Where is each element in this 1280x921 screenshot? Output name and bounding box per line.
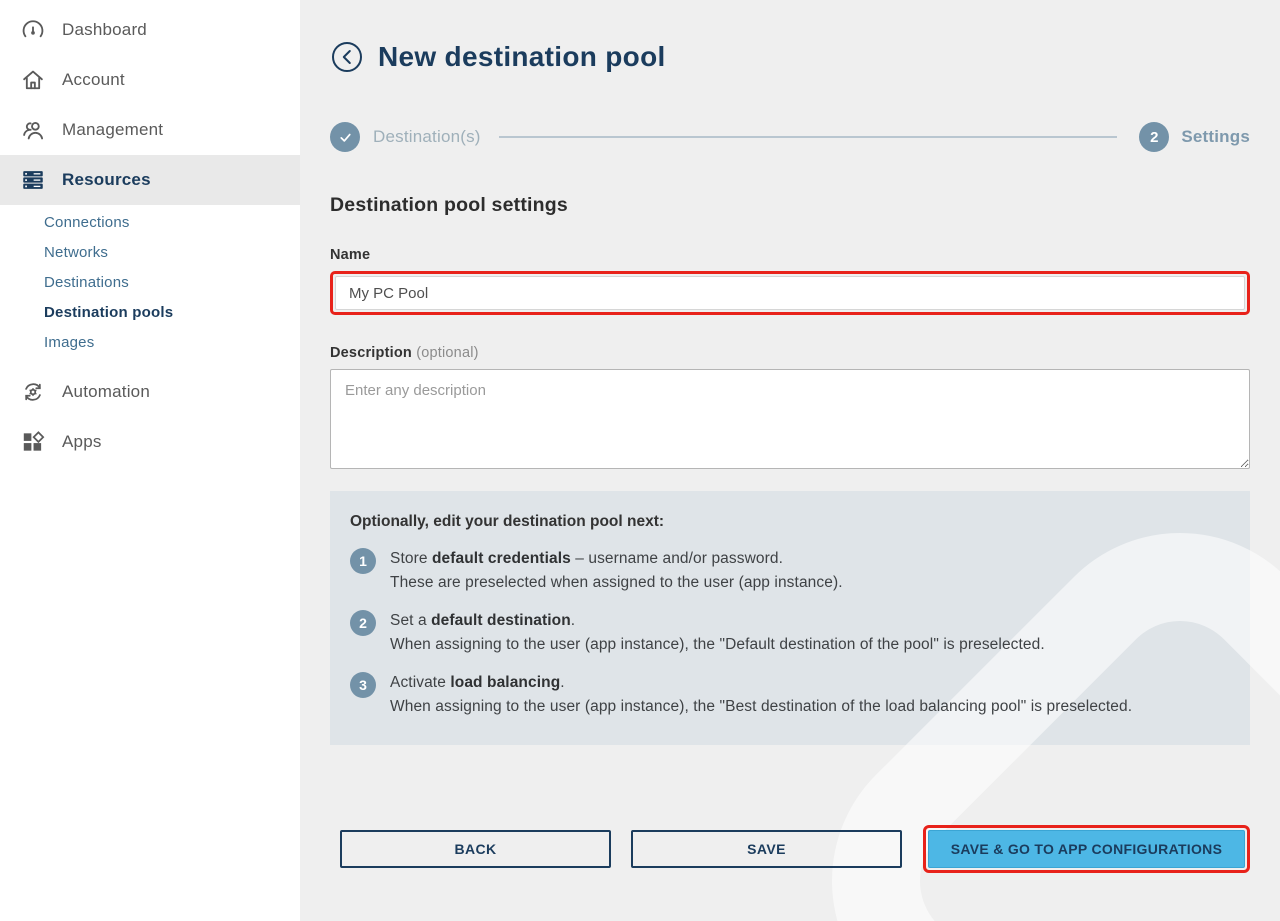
info-box: Optionally, edit your destination pool n… — [330, 491, 1250, 745]
sidebar-item-account[interactable]: Account — [0, 55, 300, 105]
info-item-1-number-badge: 1 — [350, 548, 376, 574]
sidebar-item-automation[interactable]: Automation — [0, 367, 300, 417]
info-box-title: Optionally, edit your destination pool n… — [350, 513, 1230, 531]
info-item-3-number-badge: 3 — [350, 672, 376, 698]
sidebar-subitem-images[interactable]: Images — [0, 327, 300, 357]
info-item-2-number-badge: 2 — [350, 610, 376, 636]
sidebar-item-dashboard[interactable]: Dashboard — [0, 5, 300, 55]
description-label-text: Description — [330, 345, 412, 361]
house-icon — [20, 67, 46, 93]
section-title: Destination pool settings — [330, 194, 1250, 217]
resources-subnav: Connections Networks Destinations Destin… — [0, 205, 300, 367]
subitem-label: Destination pools — [44, 304, 173, 321]
name-input[interactable] — [335, 276, 1245, 310]
step1-check-icon — [330, 122, 360, 152]
name-label: Name — [330, 247, 1250, 263]
wizard-stepper: Destination(s) 2 Settings — [330, 122, 1250, 152]
sidebar-item-label: Apps — [62, 432, 102, 452]
sidebar-item-label: Management — [62, 120, 163, 140]
step1-label: Destination(s) — [373, 127, 481, 147]
sidebar-item-resources[interactable]: Resources — [0, 155, 300, 205]
subitem-label: Destinations — [44, 274, 129, 291]
step2-circle: 2 — [1139, 122, 1169, 152]
description-optional-text: (optional) — [416, 345, 478, 361]
sidebar-item-management[interactable]: Management — [0, 105, 300, 155]
footer-actions: BACK SAVE SAVE & GO TO APP CONFIGURATION… — [330, 825, 1250, 873]
back-button[interactable]: BACK — [340, 830, 611, 868]
page-header: New destination pool — [330, 40, 1250, 74]
save-button[interactable]: SAVE — [631, 830, 902, 868]
back-icon[interactable] — [330, 40, 364, 74]
info-item-1-text: Store default credentials – username and… — [390, 547, 843, 595]
info-item-1: 1 Store default credentials – username a… — [350, 547, 1230, 595]
sidebar-subitem-networks[interactable]: Networks — [0, 237, 300, 267]
main-content: New destination pool Destination(s) 2 Se… — [300, 0, 1280, 921]
sidebar-subitem-connections[interactable]: Connections — [0, 207, 300, 237]
app-grid-icon — [20, 429, 46, 455]
subitem-label: Connections — [44, 214, 130, 231]
save-and-go-to-app-configurations-button[interactable]: SAVE & GO TO APP CONFIGURATIONS — [928, 830, 1245, 868]
stepper-connector-line — [499, 136, 1118, 138]
sidebar-subitem-destination-pools[interactable]: Destination pools — [0, 297, 300, 327]
sidebar-item-apps[interactable]: Apps — [0, 417, 300, 467]
info-item-3: 3 Activate load balancing. When assignin… — [350, 671, 1230, 719]
sidebar: Dashboard Account Managem — [0, 0, 300, 921]
sidebar-item-label: Automation — [62, 382, 150, 402]
info-item-3-text: Activate load balancing. When assigning … — [390, 671, 1132, 719]
sidebar-item-label: Resources — [62, 170, 151, 190]
app-window: Dashboard Account Managem — [0, 0, 1280, 921]
description-textarea[interactable] — [330, 369, 1250, 469]
sidebar-subitem-destinations[interactable]: Destinations — [0, 267, 300, 297]
sync-gear-icon — [20, 379, 46, 405]
page-title: New destination pool — [378, 41, 666, 73]
sidebar-item-label: Dashboard — [62, 20, 147, 40]
dashboard-gauge-icon — [20, 17, 46, 43]
annotation-highlight-name-input — [330, 271, 1250, 315]
people-icon — [20, 117, 46, 143]
annotation-highlight-save-go-button: SAVE & GO TO APP CONFIGURATIONS — [923, 825, 1250, 873]
subitem-label: Networks — [44, 244, 108, 261]
step2-label: Settings — [1181, 127, 1250, 147]
info-item-2-text: Set a default destination. When assignin… — [390, 609, 1045, 657]
description-label: Description (optional) — [330, 345, 1250, 361]
subitem-label: Images — [44, 334, 94, 351]
sidebar-item-label: Account — [62, 70, 125, 90]
server-stack-icon — [20, 167, 46, 193]
info-item-2: 2 Set a default destination. When assign… — [350, 609, 1230, 657]
